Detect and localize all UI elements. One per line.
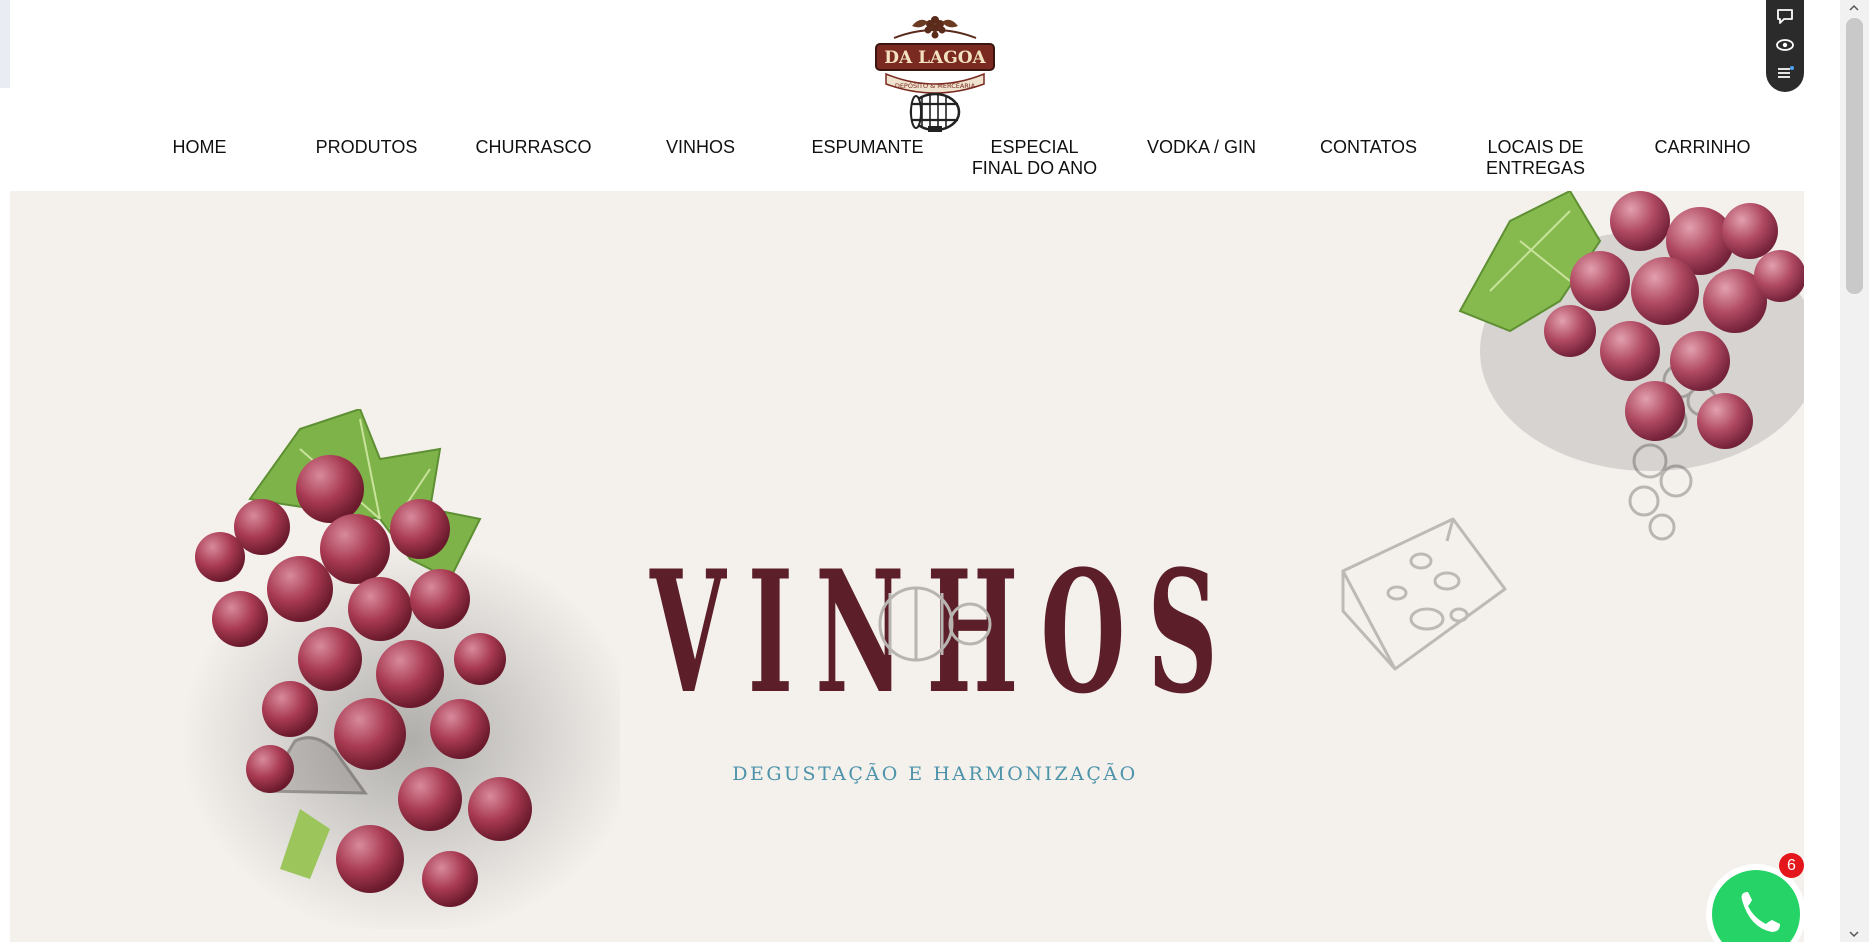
logo-tagline-text: DEPÓSITO & MERCEARIA — [895, 81, 976, 90]
nav-item-produtos[interactable]: PRODUTOS — [283, 136, 450, 186]
list-icon[interactable] — [1775, 63, 1795, 83]
nav-label: CONTATOS — [1319, 137, 1417, 157]
nav-label: PRODUTOS — [315, 137, 418, 157]
nav-label: VODKA / GIN — [1146, 137, 1257, 157]
scrollbar-thumb[interactable] — [1846, 18, 1863, 294]
nav-label: CARRINHO — [1654, 137, 1751, 157]
nav-item-churrasco[interactable]: CHURRASCO — [450, 136, 617, 186]
nav-label: ESPECIAL FINAL DO ANO — [971, 137, 1098, 178]
nav-item-home[interactable]: HOME — [116, 136, 283, 186]
nav-label: ESPUMANTE — [811, 137, 924, 157]
grapes-image-left — [180, 409, 620, 929]
main-nav: HOME PRODUTOS CHURRASCO VINHOS ESPUMANTE… — [116, 136, 1796, 186]
brand-logo[interactable]: DA LAGOA DEPÓSITO & MERCEARIA — [872, 8, 998, 134]
side-tools-panel — [1766, 0, 1804, 92]
cheese-sketch-decoration — [1341, 517, 1507, 671]
nav-item-vinhos[interactable]: VINHOS — [617, 136, 784, 186]
nav-item-locais-de-entregas[interactable]: LOCAIS DE ENTREGAS — [1452, 136, 1619, 186]
nav-item-carrinho[interactable]: CARRINHO — [1619, 136, 1786, 186]
nav-item-espumante[interactable]: ESPUMANTE — [784, 136, 951, 186]
grapes-image-top-right — [1458, 191, 1804, 471]
site-header: DA LAGOA DEPÓSITO & MERCEARIA HOME PRODU… — [10, 0, 1840, 191]
chat-bubble-icon[interactable] — [1775, 6, 1795, 26]
scroll-up-icon[interactable] — [1848, 2, 1860, 14]
nav-label: LOCAIS DE ENTREGAS — [1485, 137, 1586, 178]
logo-brand-text: DA LAGOA — [884, 48, 986, 68]
page-scrollbar[interactable] — [1840, 0, 1869, 942]
nav-item-contatos[interactable]: CONTATOS — [1285, 136, 1452, 186]
eye-icon[interactable] — [1775, 35, 1795, 55]
scroll-down-icon[interactable] — [1848, 928, 1860, 940]
nav-label: CHURRASCO — [475, 137, 592, 157]
nav-item-vodka-gin[interactable]: VODKA / GIN — [1118, 136, 1285, 186]
barrel-sketch-decoration — [878, 586, 992, 662]
nav-label: VINHOS — [665, 137, 735, 157]
hero-banner: VINHOS DEGUSTAÇÃO E HARMONIZAÇÃO — [10, 191, 1804, 942]
nav-item-especial-final-do-ano[interactable]: ESPECIAL FINAL DO ANO — [951, 136, 1118, 186]
left-edge-strip — [0, 0, 10, 88]
hero-subtitle: DEGUSTAÇÃO E HARMONIZAÇÃO — [732, 763, 1138, 785]
nav-label: HOME — [172, 137, 227, 157]
whatsapp-notification-badge: 6 — [1779, 853, 1804, 878]
